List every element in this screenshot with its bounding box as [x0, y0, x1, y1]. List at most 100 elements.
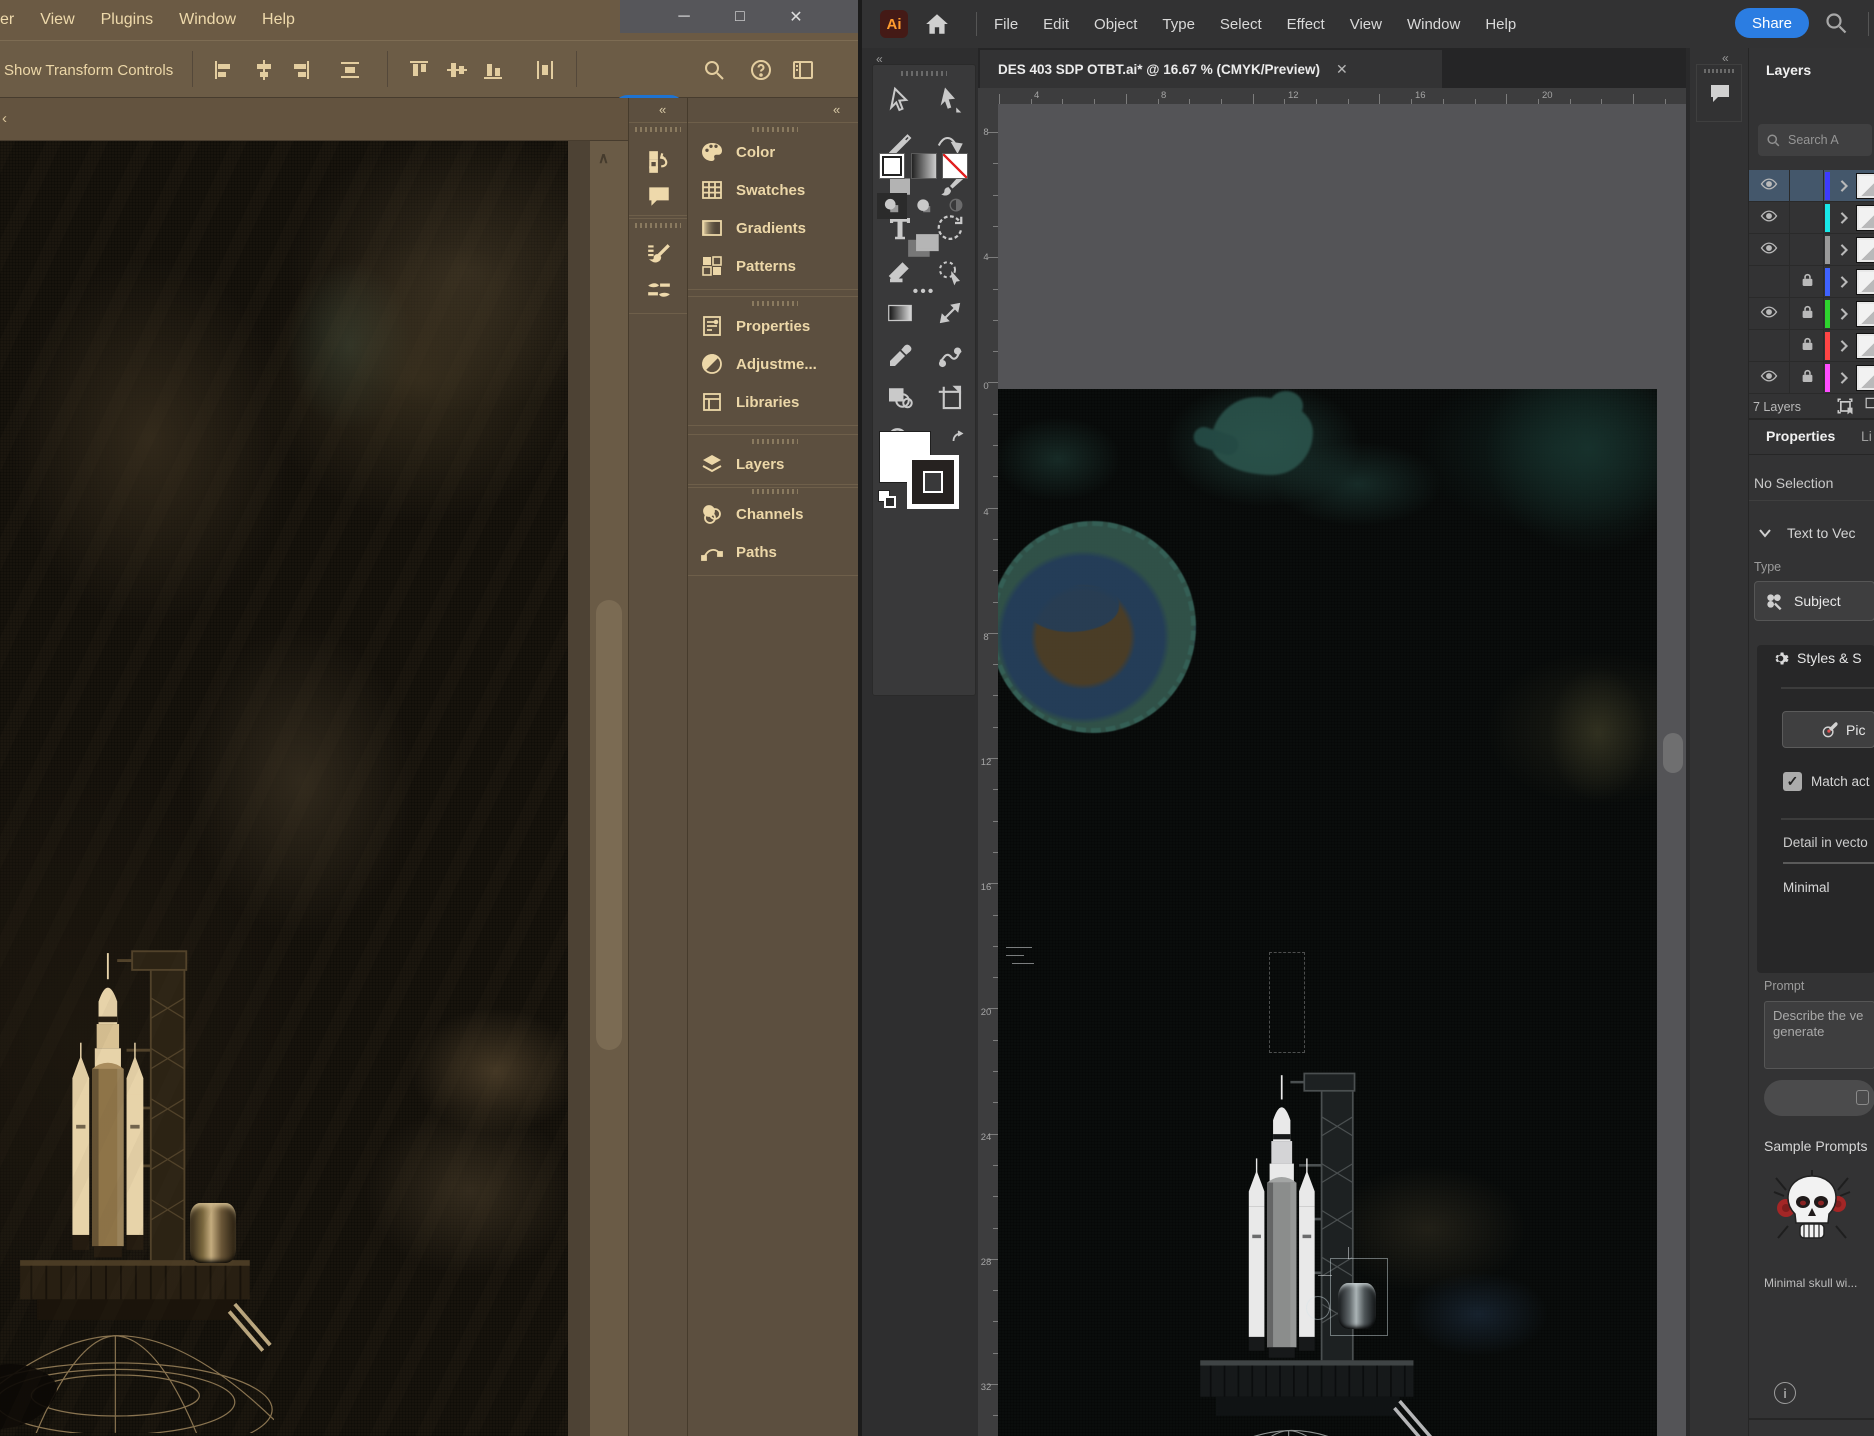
- align-left-icon[interactable]: [212, 58, 236, 82]
- sidebar-item-patterns[interactable]: Patterns: [688, 247, 860, 285]
- expand-chevron-icon[interactable]: [1833, 362, 1855, 394]
- stroke-color-swatch[interactable]: [907, 455, 959, 509]
- new-artboard-icon[interactable]: [1835, 396, 1855, 415]
- swap-fill-stroke-icon[interactable]: [949, 429, 967, 447]
- layer-thumbnail[interactable]: [1856, 365, 1874, 391]
- comment-icon[interactable]: [646, 183, 672, 209]
- sidebar-item-libraries[interactable]: Libraries: [688, 383, 860, 421]
- layer-thumbnail[interactable]: [1856, 173, 1874, 199]
- expand-chevron-icon[interactable]: [1833, 202, 1855, 234]
- artboard-tool[interactable]: [935, 383, 965, 413]
- lock-toggle[interactable]: [1790, 330, 1824, 362]
- collapse-icon-strip[interactable]: «: [659, 102, 666, 117]
- match-checkbox[interactable]: ✓: [1783, 772, 1802, 791]
- magic-wand-tool[interactable]: [935, 256, 965, 286]
- menu-item-er[interactable]: er: [0, 11, 14, 29]
- canvas-scrollbar-thumb[interactable]: [1663, 733, 1683, 773]
- edit-toolbar-ellipsis[interactable]: •••: [913, 283, 936, 301]
- lock-toggle[interactable]: [1790, 362, 1824, 394]
- visibility-toggle-empty[interactable]: [1749, 330, 1789, 362]
- layer-thumbnail[interactable]: [1856, 333, 1874, 359]
- drag-grip[interactable]: [1704, 69, 1734, 73]
- menu-item-view[interactable]: View: [40, 11, 74, 29]
- visibility-toggle[interactable]: [1749, 170, 1789, 202]
- sidebar-item-swatches[interactable]: Swatches: [688, 171, 860, 209]
- sample-prompt-thumbnail[interactable]: [1772, 1168, 1852, 1248]
- close-button[interactable]: ✕: [781, 7, 811, 27]
- home-icon[interactable]: [924, 11, 950, 37]
- sidebar-item-color[interactable]: Color: [688, 133, 860, 171]
- info-icon[interactable]: i: [1774, 1382, 1796, 1404]
- visibility-toggle[interactable]: [1749, 298, 1789, 330]
- distribute-h-icon[interactable]: [338, 58, 362, 82]
- layers-search-input[interactable]: Search A: [1758, 124, 1872, 156]
- drag-grip[interactable]: [635, 223, 681, 228]
- drag-grip[interactable]: [751, 127, 798, 132]
- app-search-icon[interactable]: [1824, 11, 1848, 35]
- maximize-button[interactable]: □: [725, 8, 755, 26]
- menu-item-window[interactable]: Window: [179, 11, 236, 29]
- brush-settings-icon[interactable]: [646, 241, 672, 267]
- generate-button[interactable]: [1764, 1080, 1874, 1116]
- lock-toggle[interactable]: [1790, 266, 1824, 298]
- draw-inside-mode[interactable]: [941, 193, 971, 219]
- document-tab[interactable]: DES 403 SDP OTBT.ai* @ 16.67 % (CMYK/Pre…: [980, 50, 1442, 88]
- eraser-tool[interactable]: [885, 256, 915, 286]
- expand-chevron-icon[interactable]: [1833, 170, 1855, 202]
- tab-close-icon[interactable]: ✕: [1336, 61, 1348, 78]
- new-layer-icon[interactable]: [1865, 396, 1874, 414]
- tab-layers[interactable]: Layers: [1766, 62, 1811, 78]
- illustrator-share-button[interactable]: Share: [1735, 8, 1809, 38]
- align-center-h-icon[interactable]: [252, 58, 276, 82]
- scroll-up-icon[interactable]: ∧: [598, 149, 609, 167]
- menu-item-help[interactable]: Help: [1485, 16, 1516, 33]
- menu-item-window[interactable]: Window: [1407, 16, 1460, 33]
- tab-properties[interactable]: Properties: [1766, 428, 1835, 444]
- selection-tool[interactable]: [885, 85, 915, 115]
- menu-item-plugins[interactable]: Plugins: [101, 11, 153, 29]
- none-fill-button[interactable]: [942, 153, 968, 179]
- sidebar-item-paths[interactable]: Paths: [688, 533, 860, 571]
- layer-row[interactable]: [1749, 330, 1874, 362]
- layer-thumbnail[interactable]: [1856, 301, 1874, 327]
- tab-scroll-left-icon[interactable]: ‹: [2, 110, 7, 127]
- layer-thumbnail[interactable]: [1856, 269, 1874, 295]
- prompt-textarea[interactable]: Describe the ve generate: [1764, 1001, 1874, 1069]
- pick-colors-button[interactable]: Pic: [1782, 711, 1874, 748]
- layer-row[interactable]: [1749, 234, 1874, 266]
- gear-icon[interactable]: [1772, 650, 1789, 667]
- layer-thumbnail[interactable]: [1856, 205, 1874, 231]
- draw-normal-mode[interactable]: [877, 193, 907, 219]
- photoshop-scrollbar[interactable]: ∧: [590, 141, 628, 1436]
- expand-chevron-icon[interactable]: [1833, 234, 1855, 266]
- lock-toggle[interactable]: [1790, 298, 1824, 330]
- layer-thumbnail[interactable]: [1856, 237, 1874, 263]
- menu-item-select[interactable]: Select: [1220, 16, 1262, 33]
- menu-item-help[interactable]: Help: [262, 11, 295, 29]
- menu-item-edit[interactable]: Edit: [1043, 16, 1069, 33]
- color-fill-button[interactable]: [879, 153, 905, 179]
- align-top-icon[interactable]: [407, 58, 431, 82]
- sidebar-item-gradients[interactable]: Gradients: [688, 209, 860, 247]
- menu-item-type[interactable]: Type: [1162, 16, 1195, 33]
- illustrator-logo[interactable]: Ai: [880, 10, 908, 38]
- scrollbar-thumb[interactable]: [596, 600, 622, 1050]
- visibility-toggle-empty[interactable]: [1749, 266, 1789, 298]
- detail-value-dropdown[interactable]: Minimal: [1783, 880, 1830, 895]
- expand-dock-icon[interactable]: «: [1722, 51, 1729, 65]
- tool-presets-icon[interactable]: [646, 277, 672, 303]
- puppet-warp-tool[interactable]: [935, 341, 965, 371]
- scale-tool[interactable]: [935, 298, 965, 328]
- history-icon[interactable]: [646, 149, 672, 175]
- lock-toggle-empty[interactable]: [1790, 170, 1824, 202]
- align-bottom-icon[interactable]: [481, 58, 505, 82]
- expand-chevron-icon[interactable]: [1833, 330, 1855, 362]
- expand-chevron-icon[interactable]: [1833, 266, 1855, 298]
- drag-grip[interactable]: [751, 439, 798, 444]
- visibility-toggle[interactable]: [1749, 234, 1789, 266]
- visibility-toggle[interactable]: [1749, 362, 1789, 394]
- layer-row[interactable]: [1749, 170, 1874, 202]
- lock-toggle-empty[interactable]: [1790, 234, 1824, 266]
- expand-chevron-icon[interactable]: [1833, 298, 1855, 330]
- type-dropdown[interactable]: Subject: [1754, 581, 1874, 621]
